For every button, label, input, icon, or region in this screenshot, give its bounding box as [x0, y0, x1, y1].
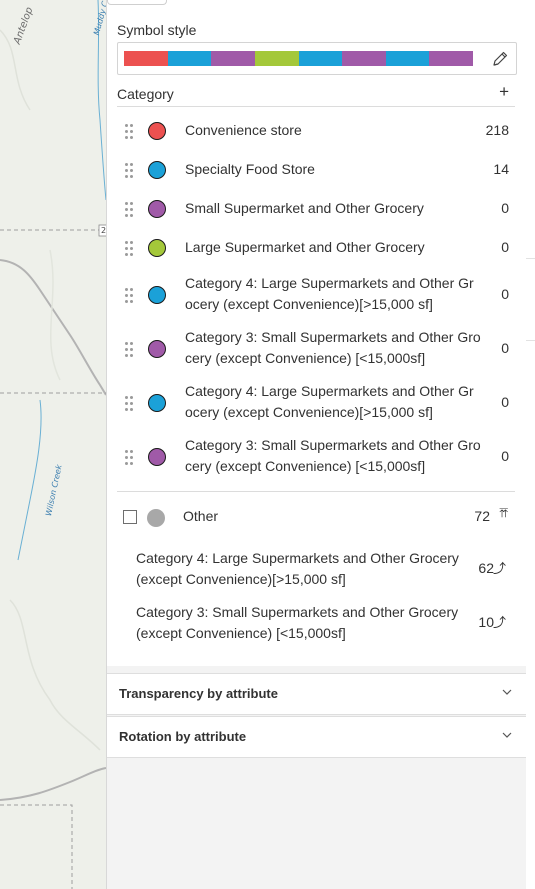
category-row[interactable]: Category 4: Large Supermarkets and Other… — [117, 273, 515, 317]
category-row[interactable]: Small Supermarket and Other Grocery 0 — [117, 198, 515, 220]
drag-handle-icon[interactable] — [125, 123, 135, 139]
promote-all-icon[interactable]: ⤒⤒ — [499, 506, 507, 521]
transparency-by-attribute-accordion[interactable]: Transparency by attribute — [107, 673, 526, 715]
drag-handle-icon[interactable] — [125, 201, 135, 217]
category-count: 0 — [501, 286, 509, 302]
drag-handle-icon[interactable] — [125, 341, 135, 357]
category-label: Category — [117, 86, 174, 102]
other-checkbox[interactable] — [123, 510, 137, 524]
chevron-down-icon — [502, 732, 512, 738]
adjacent-panel-edge — [525, 0, 535, 889]
map-terrain — [0, 0, 106, 889]
category-label: Category 4: Large Supermarkets and Other… — [185, 383, 474, 420]
category-header: Category + — [117, 82, 515, 107]
other-sub-count: 62 — [478, 560, 494, 576]
category-swatch[interactable] — [148, 161, 166, 179]
rotation-by-attribute-accordion[interactable]: Rotation by attribute — [107, 716, 526, 758]
category-count: 0 — [501, 239, 509, 255]
category-count: 0 — [501, 394, 509, 410]
drag-handle-icon[interactable] — [125, 240, 135, 256]
accordion-title: Transparency by attribute — [119, 686, 278, 701]
category-swatch[interactable] — [148, 340, 166, 358]
other-sub-count: 10 — [478, 614, 494, 630]
category-count: 0 — [501, 340, 509, 356]
category-row[interactable]: Category 3: Small Supermarkets and Other… — [117, 327, 515, 371]
ramp-segment — [429, 51, 473, 66]
color-ramp-bar — [124, 51, 473, 66]
other-sub-label: Category 3: Small Supermarkets and Other… — [136, 604, 459, 641]
ramp-segment — [124, 51, 168, 66]
category-label: Large Supermarket and Other Grocery — [185, 239, 425, 255]
category-row[interactable]: Convenience store 218 — [117, 120, 515, 142]
promote-icon[interactable]: ⤴ — [493, 558, 506, 577]
category-swatch[interactable] — [148, 394, 166, 412]
promote-icon[interactable]: ⤴ — [493, 612, 506, 631]
category-count: 0 — [501, 200, 509, 216]
other-swatch[interactable] — [147, 509, 165, 527]
other-count: 72 — [474, 508, 490, 524]
drag-handle-icon[interactable] — [125, 287, 135, 303]
category-label: Small Supermarket and Other Grocery — [185, 200, 424, 216]
accordion-title: Rotation by attribute — [119, 729, 247, 744]
ramp-segment — [167, 51, 212, 66]
category-swatch[interactable] — [148, 239, 166, 257]
ramp-segment — [254, 51, 299, 66]
category-row[interactable]: Category 4: Large Supermarkets and Other… — [117, 381, 515, 425]
ramp-segment — [211, 51, 255, 66]
category-label: Category 3: Small Supermarkets and Other… — [185, 437, 481, 474]
category-count: 218 — [485, 122, 509, 138]
category-swatch[interactable] — [148, 122, 166, 140]
style-panel-content: Symbol style Category + Convenience stor… — [107, 0, 526, 666]
category-swatch[interactable] — [148, 286, 166, 304]
other-divider — [117, 491, 515, 492]
category-count: 0 — [501, 448, 509, 464]
drag-handle-icon[interactable] — [125, 449, 135, 465]
plus-icon[interactable]: + — [499, 82, 509, 102]
category-label: Category 4: Large Supermarkets and Other… — [185, 275, 474, 312]
category-label: Category 3: Small Supermarkets and Other… — [185, 329, 481, 366]
chevron-down-icon — [502, 689, 512, 695]
category-row[interactable]: Large Supermarket and Other Grocery 0 — [117, 237, 515, 259]
category-row[interactable]: Category 3: Small Supermarkets and Other… — [117, 435, 515, 479]
category-count: 14 — [493, 161, 509, 177]
category-swatch[interactable] — [148, 200, 166, 218]
drag-handle-icon[interactable] — [125, 162, 135, 178]
ramp-segment — [298, 51, 343, 66]
other-sub-label: Category 4: Large Supermarkets and Other… — [136, 550, 459, 587]
panel-tab-stub — [107, 0, 167, 5]
category-label: Convenience store — [185, 122, 302, 138]
map-view[interactable]: Antelop Muddy C Wilson Creek 2 — [0, 0, 106, 889]
category-label: Specialty Food Store — [185, 161, 315, 177]
style-panel: Symbol style Category + Convenience stor… — [106, 0, 526, 889]
ramp-segment — [342, 51, 386, 66]
drag-handle-icon[interactable] — [125, 395, 135, 411]
symbol-style-label: Symbol style — [117, 22, 197, 38]
category-swatch[interactable] — [148, 448, 166, 466]
pencil-icon[interactable] — [490, 49, 510, 69]
other-label: Other — [183, 508, 219, 524]
category-row[interactable]: Specialty Food Store 14 — [117, 159, 515, 181]
ramp-segment — [385, 51, 430, 66]
symbol-style-ramp[interactable] — [117, 42, 517, 75]
